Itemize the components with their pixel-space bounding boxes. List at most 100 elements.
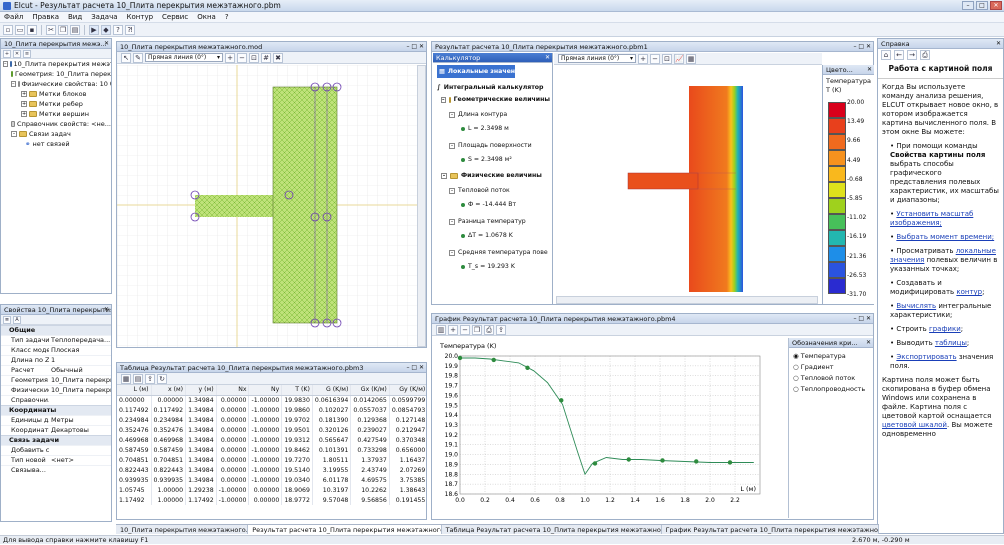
print-icon[interactable]: ⎙ [484, 324, 494, 335]
option-temperature[interactable]: ◉ Температура [793, 351, 873, 362]
collapse-icon[interactable]: – [441, 96, 446, 103]
prop-value[interactable]: Декартовы [49, 426, 111, 435]
properties-icon[interactable]: ≡ [23, 49, 31, 58]
zoom-out-icon[interactable]: − [237, 52, 247, 63]
option-heat-flux[interactable]: ○ Тепловой поток [793, 373, 873, 384]
column-header[interactable]: Nx [216, 385, 250, 396]
prop-row[interactable]: Справочни... [1, 395, 111, 405]
prop-value[interactable]: 10_Плита перекрытия [49, 376, 111, 385]
prop-value[interactable] [49, 466, 111, 475]
menu-windows[interactable]: Окна [197, 13, 216, 21]
prop-row[interactable]: КоординатыДекартовы [1, 425, 111, 435]
prop-row[interactable]: Связыва... [1, 465, 111, 475]
prop-value[interactable]: Метры [49, 416, 111, 425]
table-row[interactable]: 0.117492 0.117492 1.34984 0.00000 -1.00000 19… [117, 405, 426, 415]
mesh-icon[interactable]: # [261, 52, 271, 63]
help-link[interactable]: таблицы [935, 339, 967, 347]
zoom-fit-icon[interactable]: ⊡ [249, 52, 259, 63]
option-conductivity[interactable]: ○ Теплопроводность [793, 384, 873, 395]
window-controls[interactable]: – □ ✕ [853, 42, 871, 51]
group-physics[interactable]: – Физические величины [437, 171, 550, 180]
add-icon[interactable]: + [3, 49, 11, 58]
table-icon[interactable]: ▦ [121, 373, 131, 384]
new-icon[interactable]: ▫ [3, 24, 13, 35]
tab-graph[interactable]: График Результат расчета 10_Плита перекр… [662, 525, 879, 534]
help-link[interactable]: Экспортировать [896, 353, 956, 361]
prop-value[interactable]: Плоская [49, 346, 111, 355]
prop-value[interactable] [49, 446, 111, 455]
section-coordinates[interactable]: Координаты [1, 405, 111, 415]
column-header[interactable]: Gx (K/м) [350, 385, 390, 396]
table-row[interactable]: 0.704851 0.704851 1.34984 0.00000 -1.00000 19… [117, 455, 426, 465]
help-link[interactable]: Установить масштаб изображения; [890, 210, 973, 227]
zoom-in-icon[interactable]: + [638, 53, 648, 64]
prop-value[interactable]: Теплопередача... [49, 336, 111, 345]
line-type-select[interactable]: Прямая линия (0°) [558, 54, 636, 63]
calc-item[interactable]: – Средняя температура пове [437, 248, 550, 257]
window-controls[interactable]: – □ ✕ [853, 314, 871, 323]
context-help-icon[interactable]: ⁈ [125, 24, 135, 35]
tree-item-physics[interactable]: –Физические свойства: 10 блок... [3, 79, 111, 89]
group-geometry[interactable]: – Геометрические величины [437, 95, 550, 104]
save-icon[interactable]: ▪ [27, 24, 37, 35]
section-general[interactable]: Общие [1, 325, 111, 335]
table-icon[interactable]: ▦ [686, 53, 696, 64]
sort-category-icon[interactable]: ≣ [3, 315, 11, 324]
temperature-chart[interactable]: 20.0 19.9 19.8 19.7 19.6 19.5 19.4 19.3 19.2 19.1… [434, 338, 786, 518]
export-icon[interactable]: ⇪ [496, 324, 506, 335]
close-icon[interactable]: ✕ [104, 39, 109, 48]
column-header[interactable]: Ny [248, 385, 283, 396]
open-icon[interactable]: ▭ [15, 24, 25, 35]
horizontal-scrollbar[interactable] [556, 296, 818, 304]
tab-result[interactable]: Результат расчета 10_Плита перекрытия ме… [248, 525, 442, 534]
table-row[interactable]: 0.587459 0.587459 1.34984 0.00000 -1.00000 19… [117, 445, 426, 455]
slab-mesh[interactable] [195, 195, 337, 217]
window-controls[interactable]: – □ ✕ [406, 42, 424, 51]
help-link[interactable]: цветовой шкалой [882, 421, 947, 429]
help-link[interactable]: графики [929, 325, 961, 333]
calc-item[interactable]: – Площадь поверхности [437, 141, 550, 150]
table-row[interactable]: 0.469968 0.469968 1.34984 0.00000 -1.00000 19… [117, 435, 426, 445]
line-type-select[interactable]: Прямая линия (0°) [145, 53, 223, 62]
tree-item-edge-labels[interactable]: + Метки ребер [3, 99, 111, 109]
chart-icon[interactable]: 📈 [674, 53, 684, 64]
column-header[interactable]: x (м) [151, 385, 187, 396]
collapse-icon[interactable]: – [449, 142, 455, 149]
analyze-icon[interactable]: ◆ [101, 24, 111, 35]
menu-contour[interactable]: Контур [127, 13, 154, 21]
mesh-remove-icon[interactable]: ✖ [273, 52, 283, 63]
pen-icon[interactable]: ✎ [133, 52, 143, 63]
tree-item-links[interactable]: – Связи задач [3, 129, 111, 139]
collapse-icon[interactable]: – [449, 111, 455, 118]
tree-item-no-links[interactable]: ⚭ нет связей [3, 139, 111, 149]
menu-service[interactable]: Сервис [162, 13, 188, 21]
print-icon[interactable]: ⎙ [920, 50, 930, 60]
zoom-out-icon[interactable]: − [460, 324, 470, 335]
table-row[interactable]: 0.00000 0.00000 1.34984 0.00000 -1.00000 19.9… [117, 395, 426, 405]
cut-icon[interactable]: ✂ [46, 24, 56, 35]
column-header[interactable]: y (м) [185, 385, 217, 396]
help-link[interactable]: контур [956, 288, 982, 296]
help-link[interactable]: Выбрать момент времени; [896, 233, 994, 241]
collapse-icon[interactable]: – [441, 172, 447, 179]
help-link[interactable]: Вычислять [896, 302, 936, 310]
table-row[interactable]: 1.05745 1.00000 1.29238 -1.00000 0.00000 18.9… [117, 485, 426, 495]
tree-item-problem[interactable]: –10_Плита перекрытия межэтажн... [3, 59, 111, 69]
column-header[interactable]: T (K) [281, 385, 313, 396]
close-icon[interactable]: ✕ [996, 39, 1001, 48]
paste-icon[interactable]: ▤ [70, 24, 80, 35]
tree-item-library[interactable]: Справочник свойств: <не... [3, 119, 111, 129]
table-row[interactable]: 0.822443 0.822443 1.34984 0.00000 -1.00000 19… [117, 465, 426, 475]
column-header[interactable]: L (м) [117, 385, 152, 396]
back-icon[interactable]: ← [894, 50, 904, 60]
prop-row[interactable]: Добавить связь [1, 445, 111, 455]
prop-row[interactable]: Длина по Z (L_z)1 [1, 355, 111, 365]
close-icon[interactable]: ✕ [545, 53, 550, 62]
field-picture[interactable] [556, 68, 818, 296]
maximize-button[interactable]: □ [976, 1, 988, 10]
export-icon[interactable]: ⇪ [145, 373, 155, 384]
forward-icon[interactable]: → [907, 50, 917, 60]
tab-model[interactable]: 10_Плита перекрытия межэтажного.mod [116, 525, 249, 534]
zoom-out-icon[interactable]: − [650, 53, 660, 64]
delete-icon[interactable]: ✕ [13, 49, 21, 58]
